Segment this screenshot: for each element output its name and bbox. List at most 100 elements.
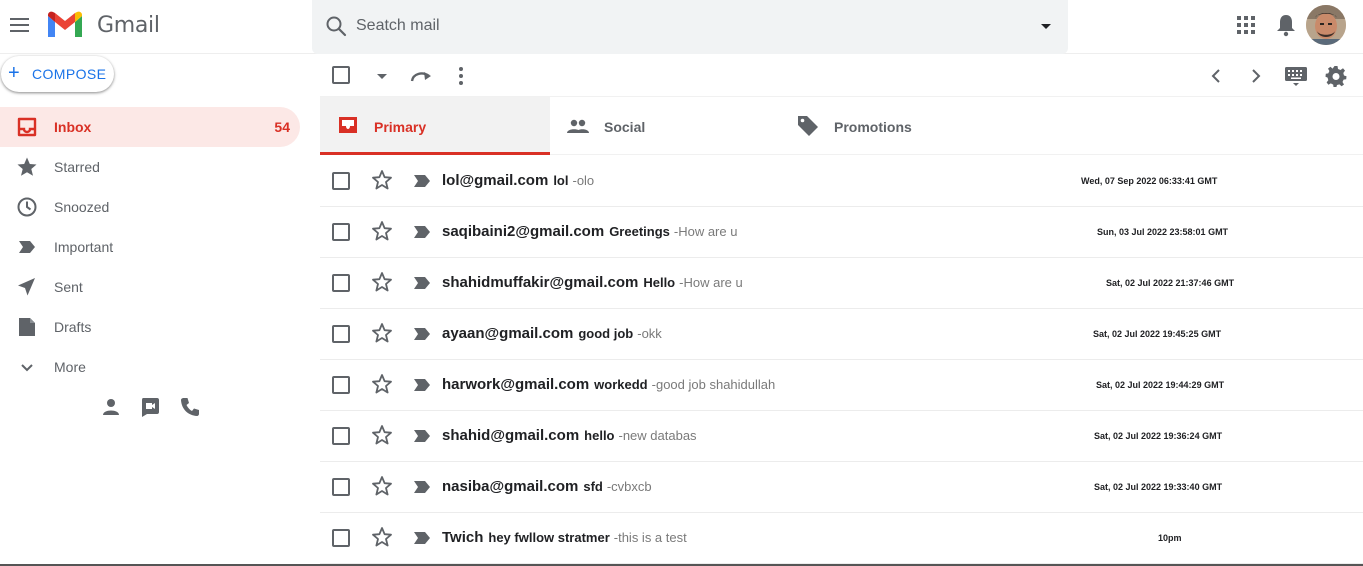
star-outline-icon[interactable] [371,271,393,293]
select-all-checkbox[interactable] [332,66,350,84]
refresh-icon[interactable] [410,65,432,87]
sidebar-item-drafts[interactable]: Drafts [0,307,300,347]
email-snippet: -okk [637,326,662,341]
email-subject: hello [584,428,615,443]
phone-icon[interactable] [179,396,201,418]
sidebar-item-label: Inbox [54,119,92,135]
email-subject: Greetings [609,224,670,239]
email-row[interactable]: shahid@gmail.com hello -new databas Sat, 0… [320,411,1363,462]
row-checkbox[interactable] [332,172,350,190]
important-marker-icon[interactable] [412,273,432,293]
email-summary: shahidmuffakir@gmail.com Hello -How are u [442,274,743,292]
star-outline-icon[interactable] [371,220,393,242]
important-marker-icon[interactable] [412,528,432,548]
chevron-left-icon[interactable] [1205,65,1227,87]
email-row[interactable]: shahidmuffakir@gmail.com Hello -How are u … [320,258,1363,309]
select-dropdown-icon[interactable] [371,65,393,87]
row-checkbox[interactable] [332,325,350,343]
email-row[interactable]: nasiba@gmail.com sfd -cvbxcb Sat, 02 Jul 2… [320,462,1363,513]
email-sender: shahid@gmail.com [442,427,580,444]
email-row[interactable]: Twich hey fwllow stratmer -this is a test … [320,513,1363,564]
email-date: 10pm [1158,533,1182,543]
sidebar-item-label: More [54,359,86,375]
email-date: Sat, 02 Jul 2022 19:36:24 GMT [1094,431,1223,441]
email-sender: ayaan@gmail.com [442,325,574,342]
sidebar-item-label: Snoozed [54,199,110,215]
row-checkbox[interactable] [332,274,350,292]
tab-primary[interactable]: Primary [320,97,550,155]
row-checkbox[interactable] [332,529,350,547]
star-outline-icon[interactable] [371,373,393,395]
star-outline-icon[interactable] [371,475,393,497]
clock-icon [16,196,38,218]
email-sender: shahidmuffakir@gmail.com [442,274,639,291]
sidebar-item-starred[interactable]: Starred [0,147,300,187]
important-marker-icon[interactable] [412,477,432,497]
email-subject: workedd [594,377,648,392]
sidebar-item-label: Drafts [54,319,92,335]
star-outline-icon[interactable] [371,169,393,191]
sidebar-item-important[interactable]: Important [0,227,300,267]
important-marker-icon[interactable] [412,426,432,446]
email-date: Sun, 03 Jul 2022 23:58:01 GMT [1097,227,1229,237]
email-subject: good job [578,326,634,341]
star-outline-icon[interactable] [371,424,393,446]
sidebar-item-label: Important [54,239,114,255]
email-subject: hey fwllow stratmer [488,530,610,545]
row-checkbox[interactable] [332,478,350,496]
tab-label: Primary [374,119,427,135]
search-icon[interactable] [324,14,348,38]
email-snippet: -cvbxcb [606,479,652,494]
row-checkbox[interactable] [332,427,350,445]
row-checkbox[interactable] [332,376,350,394]
settings-gear-icon[interactable] [1325,65,1347,88]
important-marker-icon[interactable] [412,375,432,395]
email-sender: nasiba@gmail.com [442,478,579,495]
email-row[interactable]: saqibaini2@gmail.com Greetings -How are u … [320,207,1363,258]
tab-promotions[interactable]: Promotions [780,97,1010,155]
important-marker-icon[interactable] [412,171,432,191]
email-date: Wed, 07 Sep 2022 06:33:41 GMT [1081,176,1218,186]
avatar[interactable] [1306,5,1346,45]
sidebar-item-inbox[interactable]: Inbox 54 [0,107,300,147]
sidebar-item-label: Starred [54,159,100,175]
keyboard-icon[interactable] [1284,65,1308,87]
sidebar-item-sent[interactable]: Sent [0,267,300,307]
email-row[interactable]: lol@gmail.com lol -olo Wed, 07 Sep 2022 06… [320,156,1363,207]
menu-icon[interactable] [9,14,31,36]
chevron-right-icon[interactable] [1245,65,1267,87]
email-summary: shahid@gmail.com hello -new databas [442,427,697,445]
sidebar-item-snoozed[interactable]: Snoozed [0,187,300,227]
tab-social[interactable]: Social [550,97,780,155]
compose-button[interactable]: + COMPOSE [1,56,114,92]
person-icon[interactable] [100,396,122,418]
search-input[interactable] [356,14,1006,38]
row-checkbox[interactable] [332,223,350,241]
email-snippet: -How are u [679,275,743,290]
more-options-icon[interactable] [450,65,472,87]
email-row[interactable]: ayaan@gmail.com good job -okk Sat, 02 Jul … [320,309,1363,360]
email-snippet: -this is a test [613,530,687,545]
apps-icon[interactable] [1236,15,1256,35]
tab-label: Promotions [834,119,912,135]
video-call-icon[interactable] [139,396,161,418]
star-outline-icon[interactable] [371,526,393,548]
important-marker-icon[interactable] [412,324,432,344]
email-date: Sat, 02 Jul 2022 19:33:40 GMT [1094,482,1223,492]
gmail-logo[interactable] [46,10,84,40]
search-bar[interactable] [312,0,1068,54]
email-date: Sat, 02 Jul 2022 19:45:25 GMT [1093,329,1222,339]
email-snippet: -good job shahidullah [651,377,776,392]
email-sender: saqibaini2@gmail.com [442,223,605,240]
email-snippet: -olo [572,173,595,188]
top-header: Gmail [0,0,1363,54]
notifications-bell-icon[interactable] [1275,13,1297,37]
people-icon [566,114,590,138]
email-summary: Twich hey fwllow stratmer -this is a test [442,529,687,547]
star-outline-icon[interactable] [371,322,393,344]
email-row[interactable]: harwork@gmail.com workedd -good job shahid… [320,360,1363,411]
sidebar-item-more[interactable]: More [0,347,300,387]
important-icon [16,236,38,258]
important-marker-icon[interactable] [412,222,432,242]
search-options-dropdown-icon[interactable] [1036,16,1056,36]
